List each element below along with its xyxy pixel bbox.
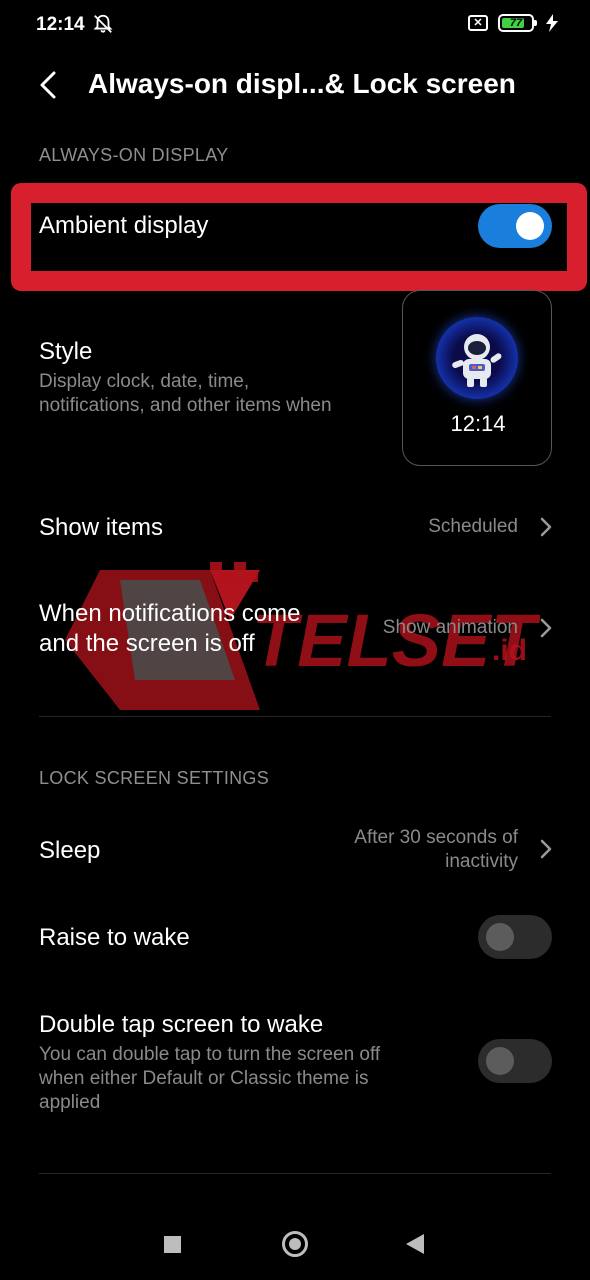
divider [39, 716, 551, 717]
status-icons: ✕ 77 [468, 14, 560, 32]
sleep-label: Sleep [39, 837, 101, 864]
chevron-right-icon [540, 839, 552, 859]
ambient-display-label: Ambient display [39, 212, 209, 239]
ambient-display-toggle[interactable] [478, 204, 552, 248]
divider [39, 1173, 551, 1174]
notifications-value: Show animation [382, 617, 518, 638]
nav-back-button[interactable] [406, 1234, 424, 1254]
show-items-value: Scheduled [428, 516, 518, 537]
status-time: 12:14 [36, 14, 85, 35]
style-subtitle-line2: notifications, and other items when [39, 395, 332, 416]
raise-to-wake-toggle[interactable] [478, 915, 552, 959]
charging-icon [546, 14, 558, 32]
bell-off-icon [93, 14, 113, 33]
sleep-value-line1: After 30 seconds of [354, 827, 518, 848]
show-items-label: Show items [39, 514, 164, 541]
no-sim-icon: ✕ [468, 15, 488, 31]
raise-to-wake-label: Raise to wake [39, 924, 190, 951]
style-subtitle-line1: Display clock, date, time, [39, 371, 250, 392]
section-header-always-on: ALWAYS-ON DISPLAY [39, 145, 229, 165]
battery-icon: 77 [498, 14, 537, 32]
back-arrow-icon[interactable] [36, 70, 62, 100]
astronaut-icon [436, 317, 518, 399]
double-tap-subtitle-line1: You can double tap to turn the screen of… [39, 1044, 381, 1065]
page-title: Always-on displ...& Lock screen [88, 68, 516, 99]
style-label: Style [39, 338, 93, 365]
home-button[interactable] [282, 1231, 308, 1257]
notifications-label-line1: When notifications come [39, 600, 301, 627]
preview-time: 12:14 [450, 411, 506, 436]
section-header-lock-screen: LOCK SCREEN SETTINGS [39, 768, 270, 788]
sleep-value-line2: inactivity [445, 851, 518, 872]
header: Always-on displ...& Lock screen [0, 60, 590, 110]
battery-level: 77 [509, 17, 523, 29]
recent-apps-button[interactable] [164, 1236, 181, 1253]
chevron-right-icon [540, 517, 552, 537]
notifications-label-line2: and the screen is off [39, 630, 255, 657]
double-tap-toggle[interactable] [478, 1039, 552, 1083]
status-bar: 12:14 ✕ 77 [0, 0, 590, 52]
chevron-right-icon [540, 618, 552, 638]
style-preview[interactable]: 12:14 [402, 290, 552, 466]
double-tap-subtitle-line3: applied [39, 1092, 101, 1113]
double-tap-label: Double tap screen to wake [39, 1011, 324, 1038]
double-tap-subtitle-line2: when either Default or Classic theme is [39, 1068, 369, 1089]
